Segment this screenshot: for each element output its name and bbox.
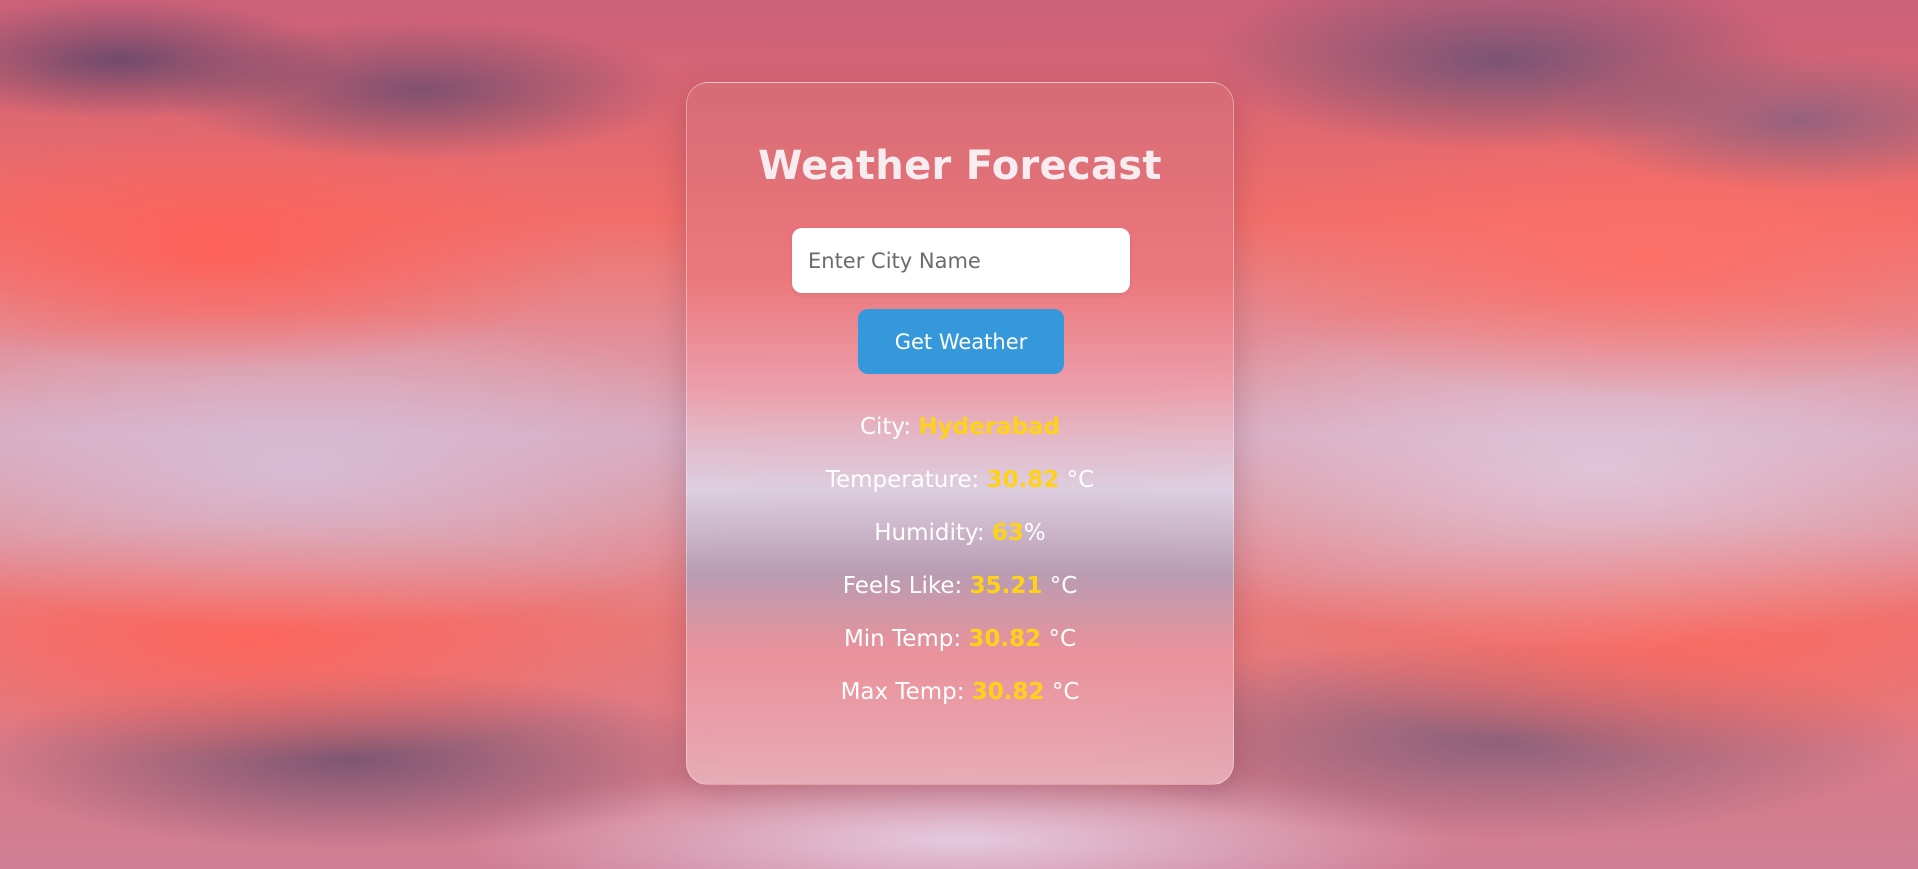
temperature-unit: °C bbox=[1066, 467, 1095, 493]
temperature-value: 30.82 bbox=[986, 467, 1060, 493]
min-temp-row: Min Temp: 30.82 °C bbox=[687, 613, 1233, 666]
max-temp-row: Max Temp: 30.82 °C bbox=[687, 666, 1233, 719]
min-temp-unit: °C bbox=[1048, 626, 1077, 652]
feels-like-label: Feels Like: bbox=[842, 573, 963, 599]
weather-info: City: Hyderabad Temperature: 30.82 °C Hu… bbox=[687, 401, 1233, 719]
page-title: Weather Forecast bbox=[758, 143, 1162, 189]
min-temp-value: 30.82 bbox=[968, 626, 1042, 652]
humidity-label: Humidity: bbox=[874, 520, 985, 546]
feels-like-value: 35.21 bbox=[969, 573, 1043, 599]
humidity-row: Humidity: 63% bbox=[687, 507, 1233, 560]
max-temp-label: Max Temp: bbox=[840, 679, 965, 705]
city-search-input[interactable] bbox=[792, 228, 1130, 293]
city-value: Hyderabad bbox=[918, 414, 1061, 440]
temperature-row: Temperature: 30.82 °C bbox=[687, 454, 1233, 507]
min-temp-label: Min Temp: bbox=[843, 626, 962, 652]
max-temp-unit: °C bbox=[1051, 679, 1080, 705]
humidity-value: 63 bbox=[991, 520, 1024, 546]
feels-like-unit: °C bbox=[1049, 573, 1078, 599]
get-weather-button[interactable]: Get Weather bbox=[858, 309, 1064, 374]
humidity-unit: % bbox=[1023, 520, 1046, 546]
feels-like-row: Feels Like: 35.21 °C bbox=[687, 560, 1233, 613]
city-label: City: bbox=[859, 414, 912, 440]
max-temp-value: 30.82 bbox=[971, 679, 1045, 705]
city-row: City: Hyderabad bbox=[687, 401, 1233, 454]
weather-card: Weather Forecast Get Weather City: Hyder… bbox=[686, 82, 1234, 785]
temperature-label: Temperature: bbox=[825, 467, 980, 493]
